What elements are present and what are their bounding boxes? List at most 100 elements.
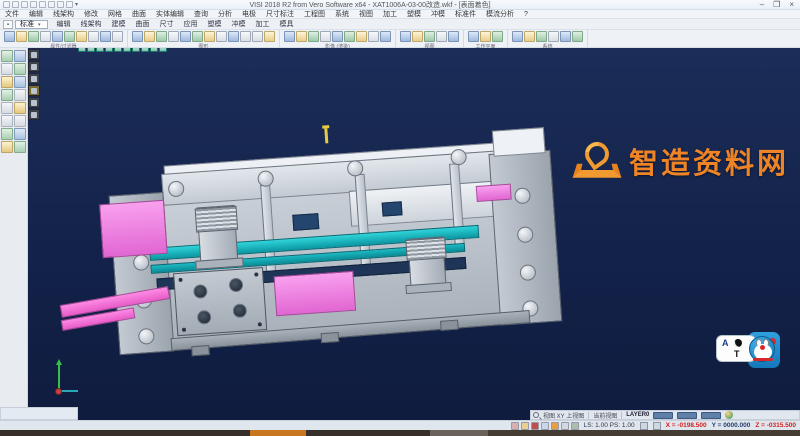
view-toolbar-icon[interactable] (424, 31, 435, 42)
graphics-toolbar-icon[interactable] (192, 31, 203, 42)
snap-mode-icon[interactable] (640, 422, 648, 430)
ime-letter-a[interactable]: A (722, 338, 729, 348)
motor-cylinder-left[interactable] (197, 205, 239, 263)
render-toolbar-icon[interactable] (368, 31, 379, 42)
left-toolbar-icon[interactable] (1, 50, 13, 62)
render-toolbar-icon[interactable] (344, 31, 355, 42)
menu-item[interactable]: 编辑 (24, 10, 48, 19)
left-toolbar-icon[interactable] (1, 141, 13, 153)
view-toolbar-icon[interactable] (400, 31, 411, 42)
render-sphere-icon[interactable] (725, 411, 733, 419)
machine-foot[interactable] (321, 332, 340, 343)
menu-item[interactable]: 模流分析 (481, 10, 519, 19)
pink-panel-center[interactable] (274, 271, 357, 316)
graphics-toolbar-icon[interactable] (240, 31, 251, 42)
workflow-tab[interactable]: 线架构 (76, 19, 107, 30)
view-toolbar-icon[interactable] (412, 31, 423, 42)
workplane-status[interactable]: 视图 XY 上视图 (543, 411, 584, 420)
status-user-icon[interactable] (511, 422, 519, 430)
taskbar-active-app[interactable] (250, 430, 306, 436)
menu-item[interactable]: 冲模 (426, 10, 450, 19)
status-text-icon[interactable] (531, 422, 539, 430)
pen-mode-icon[interactable] (653, 422, 661, 430)
workplane-toolbar-icon[interactable] (480, 31, 491, 42)
mounting-plate[interactable] (173, 267, 267, 336)
left-toolbar-icon[interactable] (1, 102, 13, 114)
filter-toolbar-icon[interactable] (100, 31, 111, 42)
filter-toolbar-icon[interactable] (52, 31, 63, 42)
view-toolbar-icon[interactable] (448, 31, 459, 42)
right-top-block[interactable] (492, 127, 546, 157)
workflow-selector[interactable]: 标准 (15, 20, 48, 29)
left-toolbar-icon[interactable] (1, 63, 13, 75)
graphics-toolbar-icon[interactable] (156, 31, 167, 42)
workflow-tab[interactable]: 曲面 (131, 19, 155, 30)
tab-overflow-icon[interactable]: ▪ (3, 20, 13, 29)
menu-item[interactable]: 视图 (354, 10, 378, 19)
left-toolbar-icon[interactable] (14, 63, 26, 75)
left-toolbar-icon[interactable] (1, 115, 13, 127)
menu-item[interactable]: 网格 (103, 10, 127, 19)
menu-item[interactable]: 加工 (378, 10, 402, 19)
view-back-button[interactable] (28, 97, 40, 108)
system-toolbar-icon[interactable] (512, 31, 523, 42)
workflow-tab[interactable]: 冲模 (227, 19, 251, 30)
taskbar-app[interactable] (430, 430, 488, 436)
render-toolbar-icon[interactable] (284, 31, 295, 42)
filter-toolbar-icon[interactable] (64, 31, 75, 42)
command-prompt-box[interactable] (0, 407, 78, 420)
workflow-tab[interactable]: 编辑 (52, 19, 76, 30)
pink-block-left[interactable] (99, 200, 168, 258)
menu-item[interactable]: 查询 (189, 10, 213, 19)
system-toolbar-icon[interactable] (524, 31, 535, 42)
left-toolbar-icon[interactable] (14, 102, 26, 114)
menu-item[interactable]: 实体编辑 (151, 10, 189, 19)
graphics-toolbar-icon[interactable] (132, 31, 143, 42)
render-toolbar-icon[interactable] (296, 31, 307, 42)
menu-item[interactable]: 工程图 (299, 10, 330, 19)
selection-filter-icon[interactable] (105, 48, 113, 52)
selection-filter-icon[interactable] (87, 48, 95, 52)
view-side-button[interactable] (28, 73, 40, 84)
active-layer-label[interactable]: LAYER0 (626, 412, 649, 418)
maximize-button[interactable]: ❐ (773, 0, 780, 10)
filter-toolbar-icon[interactable] (28, 31, 39, 42)
swatch-button[interactable] (677, 412, 697, 419)
view-bottom-button[interactable] (28, 109, 40, 120)
filter-toolbar-icon[interactable] (4, 31, 15, 42)
swatch-button[interactable] (653, 412, 673, 419)
menu-item[interactable]: 分析 (213, 10, 237, 19)
graphics-toolbar-icon[interactable] (264, 31, 275, 42)
graphics-toolbar-icon[interactable] (144, 31, 155, 42)
left-toolbar-icon[interactable] (1, 89, 13, 101)
left-toolbar-icon[interactable] (14, 50, 26, 62)
workflow-tab[interactable]: 模具 (275, 19, 299, 30)
filter-toolbar-icon[interactable] (112, 31, 123, 42)
search-icon[interactable] (533, 412, 539, 418)
view-iso-button[interactable] (28, 85, 40, 96)
selection-filter-icon[interactable] (96, 48, 104, 52)
selection-filter-icon[interactable] (123, 48, 131, 52)
menu-item[interactable]: 曲面 (127, 10, 151, 19)
graphics-toolbar-icon[interactable] (204, 31, 215, 42)
workflow-tab[interactable]: 塑模 (203, 19, 227, 30)
status-refresh-icon[interactable] (551, 422, 559, 430)
machine-foot[interactable] (191, 345, 210, 356)
minimize-button[interactable]: – (760, 0, 764, 10)
left-toolbar-icon[interactable] (1, 76, 13, 88)
close-button[interactable]: × (789, 0, 794, 10)
menu-item[interactable]: 线架构 (48, 10, 79, 19)
left-toolbar-icon[interactable] (14, 128, 26, 140)
selection-filter-icon[interactable] (132, 48, 140, 52)
selection-filter-icon[interactable] (159, 48, 167, 52)
menu-item[interactable]: ? (519, 10, 533, 19)
input-method-sticker[interactable]: A T (716, 330, 780, 370)
workplane-toolbar-icon[interactable] (492, 31, 503, 42)
system-toolbar-icon[interactable] (548, 31, 559, 42)
selection-filter-icon[interactable] (78, 48, 86, 52)
system-toolbar-icon[interactable] (572, 31, 583, 42)
graphics-toolbar-icon[interactable] (252, 31, 263, 42)
menu-item[interactable]: 塑模 (402, 10, 426, 19)
motor-cylinder-right[interactable] (407, 236, 446, 286)
status-sheet-icon[interactable] (541, 422, 549, 430)
